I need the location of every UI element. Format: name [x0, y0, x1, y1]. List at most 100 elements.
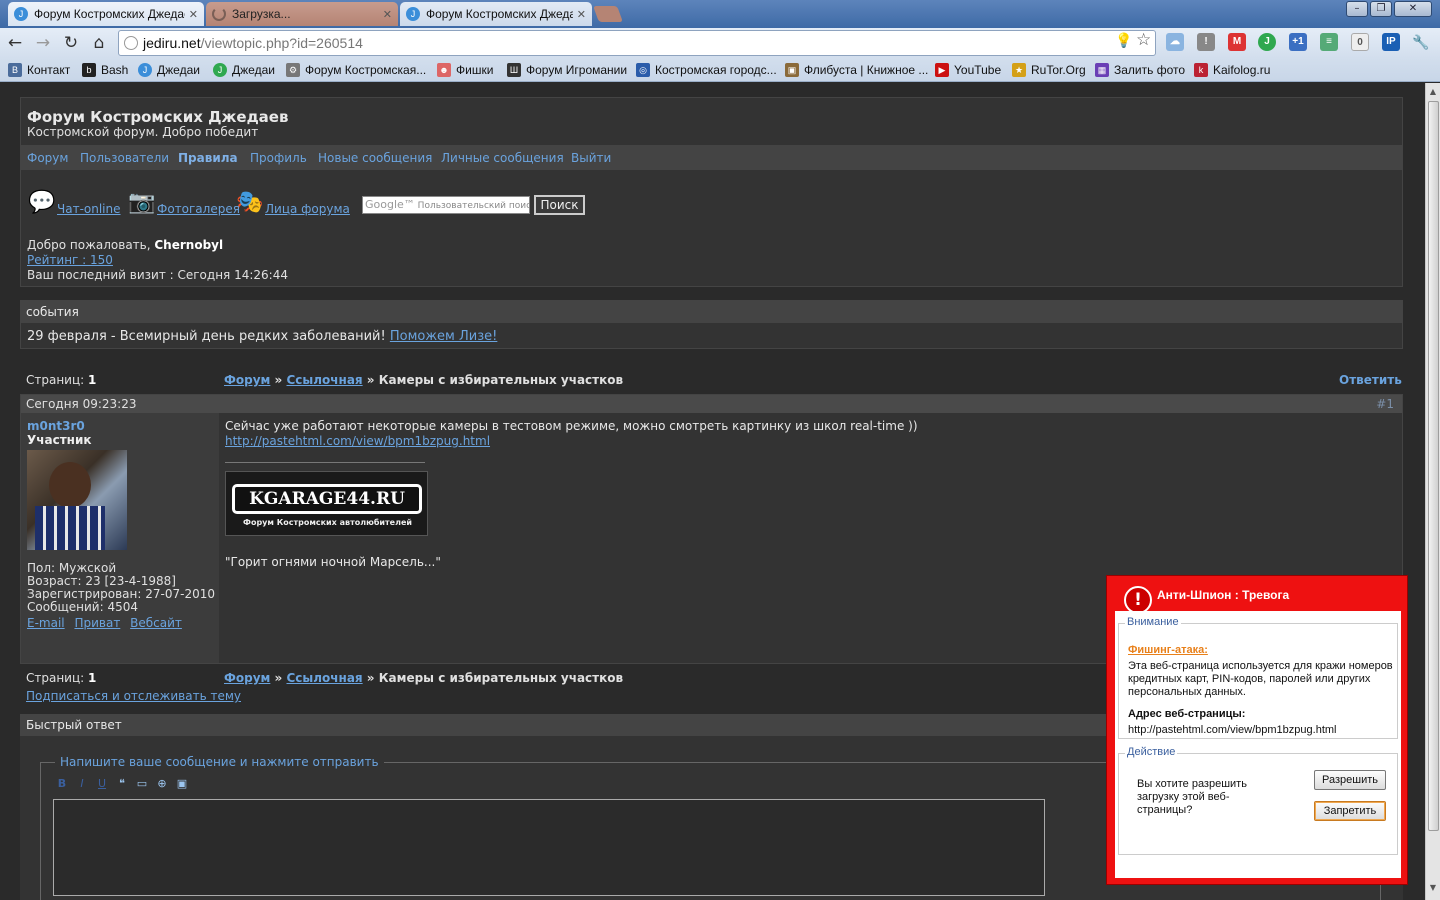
nav-forum[interactable]: Форум — [27, 151, 68, 165]
address-bar[interactable]: jediru.net/viewtopic.php?id=260514 — [118, 30, 1156, 56]
chat-online-link[interactable]: Чат-online — [57, 202, 121, 216]
quote-icon[interactable]: ❝ — [115, 777, 129, 791]
star-icon[interactable]: ☆ — [1136, 30, 1151, 50]
bookmark-flibusta[interactable]: ▣ Флибуста | Книжное ... — [785, 62, 928, 78]
deny-button[interactable]: Запретить — [1314, 801, 1386, 821]
bookmark-youtube[interactable]: ▶ YouTube — [935, 62, 1001, 78]
gmail-extension-icon[interactable]: M — [1228, 33, 1246, 51]
close-icon[interactable]: ✕ — [383, 8, 392, 21]
nav-new-messages[interactable]: Новые сообщения — [318, 151, 432, 165]
url-host: jediru.net — [143, 35, 201, 51]
lightbulb-icon[interactable]: 💡 — [1115, 33, 1132, 49]
signature-text: "Горит огнями ночной Марсель..." — [225, 555, 441, 569]
kgarage-banner[interactable]: KGARAGE44.RU Форум Костромских автолюбит… — [225, 471, 428, 536]
allow-question: Вы хотите разрешить загрузку этой веб-ст… — [1137, 778, 1247, 816]
crumb-section-link[interactable]: Ссылочная — [286, 671, 362, 685]
home-button[interactable]: ⌂ — [88, 32, 110, 54]
photo-gallery-link[interactable]: Фотогалерея — [157, 202, 240, 216]
author-name-link[interactable]: m0nt3r0 — [27, 419, 85, 433]
tab-loading[interactable]: Загрузка... ✕ — [206, 2, 398, 26]
bash-icon: b — [82, 63, 96, 77]
counter-extension-icon[interactable]: 0 — [1351, 33, 1369, 51]
google-search-input[interactable]: Google™ Пользовательский поис — [362, 196, 530, 214]
crumb-forum-link[interactable]: Форум — [224, 373, 270, 387]
allow-button[interactable]: Разрешить — [1314, 770, 1386, 790]
url-path: /viewtopic.php?id=260514 — [200, 35, 363, 51]
post-number-link[interactable]: #1 — [1376, 397, 1394, 411]
bookmark-kaifolog[interactable]: k Kaifolog.ru — [1194, 62, 1270, 78]
plus-one-extension-icon[interactable]: +1 — [1289, 33, 1307, 51]
crumb-forum-link[interactable]: Форум — [224, 671, 270, 685]
bookmark-label: Джедаи — [232, 63, 275, 77]
close-icon[interactable]: ✕ — [189, 8, 198, 21]
bold-icon[interactable]: B — [55, 777, 69, 791]
scroll-down-icon[interactable]: ▼ — [1426, 881, 1440, 895]
forum-faces-link[interactable]: Лица форума — [265, 202, 350, 216]
author-messages: Сообщений: 4504 — [27, 600, 138, 614]
search-button[interactable]: Поиск — [534, 195, 585, 215]
private-message-link[interactable]: Приват — [74, 616, 120, 630]
post-url-link[interactable]: http://pastehtml.com/view/bpm1bzpug.html — [225, 434, 490, 448]
quicklink-chat[interactable]: 💬 Чат-online — [27, 188, 121, 218]
author-panel: m0nt3r0 Участник Пол: Мужской Возраст: 2… — [21, 413, 219, 663]
jedi-favicon-icon: J — [14, 7, 28, 21]
bookmark-bash[interactable]: b Bash — [82, 62, 128, 78]
bookmark-kostroma-city[interactable]: ◎ Костромская городс... — [636, 62, 777, 78]
stack-extension-icon[interactable]: ≡ — [1320, 33, 1338, 51]
window-close-button[interactable]: ✕ — [1394, 1, 1432, 17]
quicklink-gallery[interactable]: 📷 Фотогалерея — [127, 188, 240, 218]
globe-icon — [124, 36, 138, 50]
scrollbar-thumb[interactable] — [1428, 101, 1439, 831]
bookmark-jedi-2[interactable]: J Джедаи — [213, 62, 275, 78]
italic-icon[interactable]: I — [75, 777, 89, 791]
nav-rules[interactable]: Правила — [178, 151, 238, 165]
back-button[interactable]: ← — [4, 32, 26, 54]
forward-button[interactable]: → — [32, 32, 54, 54]
nav-profile[interactable]: Профиль — [250, 151, 307, 165]
minimize-button[interactable]: – — [1346, 1, 1368, 17]
quicklink-faces[interactable]: 🎭 Лица форума — [235, 188, 350, 218]
reply-link[interactable]: Ответить — [1339, 373, 1402, 387]
pagination-top: Страниц: 1 — [26, 373, 96, 387]
website-link[interactable]: Вебсайт — [130, 616, 182, 630]
bookmark-upload-photo[interactable]: ▦ Залить фото — [1095, 62, 1185, 78]
anti-spy-alert: ! Анти-Шпион : Тревога Внимание Фишинг-а… — [1106, 575, 1408, 885]
bookmark-label: YouTube — [954, 63, 1002, 77]
alert-extension-icon[interactable]: ! — [1197, 33, 1215, 51]
help-liza-link[interactable]: Поможем Лизе! — [390, 329, 498, 344]
new-tab-button[interactable] — [593, 6, 623, 22]
scroll-up-icon[interactable]: ▲ — [1426, 85, 1440, 99]
youtube-icon: ▶ — [935, 63, 949, 77]
nav-logout[interactable]: Выйти — [571, 151, 611, 165]
nav-users[interactable]: Пользователи — [80, 151, 169, 165]
image-icon[interactable]: ▣ — [175, 777, 189, 791]
tab-jedi-forum-1[interactable]: J Форум Костромских Джедаев ✕ — [8, 2, 204, 26]
bookmarks-bar: B Контакт b Bash J Джедаи J Джедаи ⚙ Форум Ко… — [0, 58, 1440, 82]
rating-link[interactable]: Рейтинг : 150 — [27, 253, 113, 267]
wrench-icon[interactable]: 🔧 — [1412, 33, 1430, 51]
page-scrollbar[interactable]: ▲ ▼ — [1425, 83, 1440, 900]
message-textarea[interactable] — [53, 799, 1045, 896]
code-icon[interactable]: ▭ — [135, 777, 149, 791]
subscribe-link[interactable]: Подписаться и отслеживать тему — [26, 689, 241, 703]
tab-jedi-forum-2[interactable]: J Форум Костромских Джедаев ✕ — [400, 2, 592, 26]
bookmark-jedi-1[interactable]: J Джедаи — [138, 62, 200, 78]
ip-extension-icon[interactable]: IP — [1382, 33, 1400, 51]
reload-button[interactable]: ↻ — [60, 32, 82, 54]
close-icon[interactable]: ✕ — [577, 8, 586, 21]
bookmark-fishki[interactable]: ☻ Фишки — [437, 62, 493, 78]
bookmark-igromania[interactable]: Ш Форум Игромании — [507, 62, 627, 78]
bookmark-kontakt[interactable]: B Контакт — [8, 62, 70, 78]
crumb-section-link[interactable]: Ссылочная — [286, 373, 362, 387]
email-link[interactable]: E-mail — [27, 616, 65, 630]
crumb-topic: Камеры с избирательных участков — [378, 373, 624, 387]
bookmark-rutor[interactable]: ★ RuTor.Org — [1012, 62, 1086, 78]
underline-icon[interactable]: U — [95, 777, 109, 791]
nav-private-messages[interactable]: Личные сообщения — [441, 151, 564, 165]
jedi-extension-icon[interactable]: J — [1258, 33, 1276, 51]
bookmark-kostroma-forum[interactable]: ⚙ Форум Костромская... — [286, 62, 426, 78]
phishing-label[interactable]: Фишинг-атака: — [1128, 644, 1208, 656]
maximize-button[interactable]: ❐ — [1370, 1, 1392, 17]
weather-extension-icon[interactable]: ☁ — [1166, 33, 1184, 51]
link-icon[interactable]: ⊕ — [155, 777, 169, 791]
